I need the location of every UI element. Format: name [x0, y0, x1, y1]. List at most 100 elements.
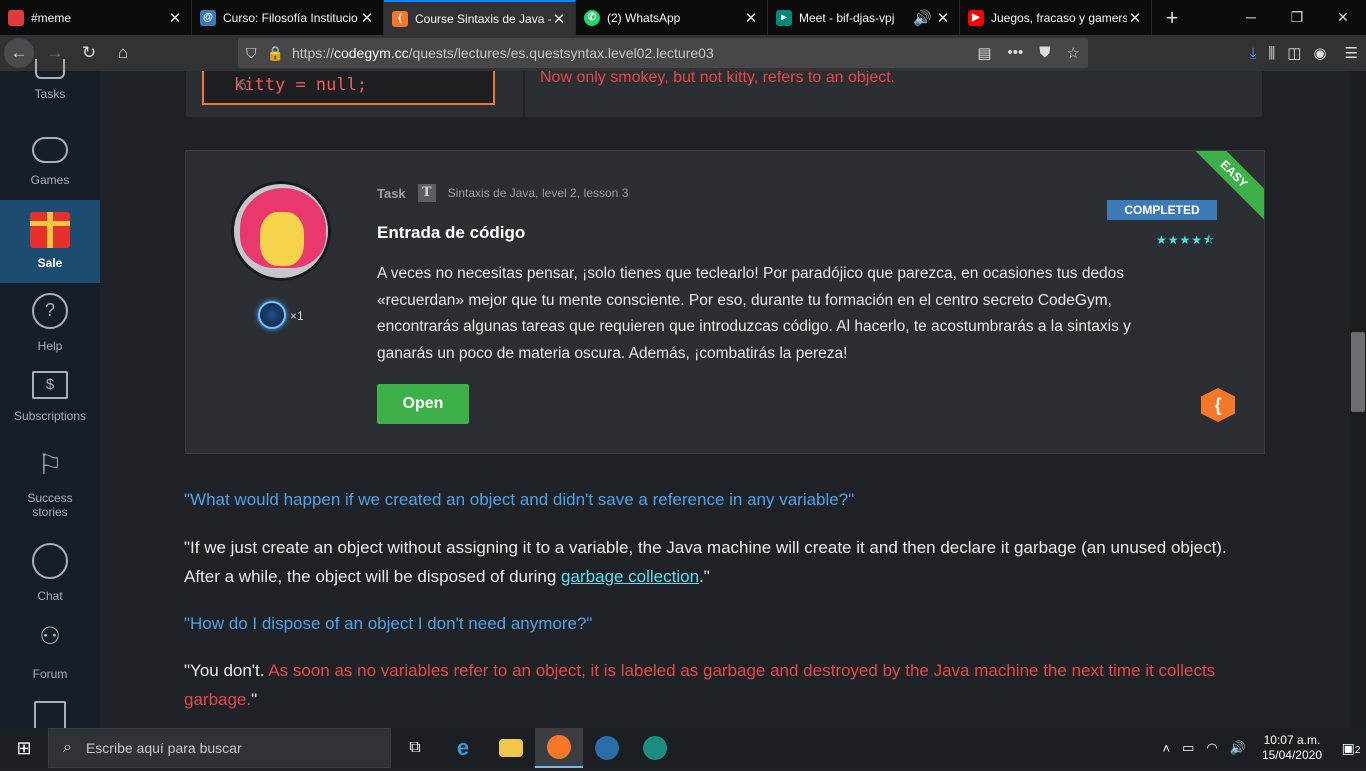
page-actions-icon[interactable]: •••	[1008, 44, 1024, 62]
new-tab-button[interactable]: +	[1152, 0, 1192, 35]
sidebar-item-sale[interactable]: Sale	[0, 200, 100, 283]
reader-view-icon[interactable]: ▤	[977, 44, 991, 62]
clock-time: 10:07 a.m.	[1263, 733, 1321, 747]
garbage-collection-link[interactable]: garbage collection	[561, 567, 699, 586]
task-lesson: lesson 3	[583, 186, 629, 200]
sidebar-item-forum[interactable]: ⚇ Forum	[0, 621, 100, 687]
answer-highlight: As soon as no variables refer to an obje…	[184, 661, 1216, 709]
gitkraken-icon[interactable]	[631, 728, 679, 768]
sidebar-item-label: Sale	[37, 256, 63, 270]
sidebar-item-tasks[interactable]: Tasks	[0, 59, 100, 113]
lock-icon: 🔒	[266, 44, 284, 61]
window-controls: ─ ❐ ✕	[1228, 0, 1366, 35]
gamepad-icon	[32, 137, 68, 163]
minimize-icon[interactable]: ─	[1228, 0, 1274, 35]
download-icon[interactable]: ⤓	[1250, 45, 1257, 62]
page-scrollbar[interactable]	[1350, 71, 1366, 728]
close-window-icon[interactable]: ✕	[1320, 0, 1366, 35]
home-button[interactable]: ⌂	[106, 38, 140, 68]
notifications-button[interactable]: ▣2	[1336, 728, 1366, 768]
close-tab-icon[interactable]: ✕	[1127, 9, 1143, 27]
lecture-question: "How do I dispose of an object I don't n…	[184, 614, 593, 633]
browser-tab[interactable]: #meme ✕	[0, 0, 192, 35]
browser-tab-active[interactable]: { Course Sintaxis de Java - ✕	[384, 0, 576, 35]
code-text: kitty = null;	[234, 75, 368, 95]
gift-icon	[30, 212, 70, 248]
address-bar[interactable]: ⛉ 🔒 https://codegym.cc/quests/lectures/e…	[238, 38, 1088, 68]
sidebar-item-subscriptions[interactable]: $ Subscriptions	[0, 371, 100, 437]
help-chat-icon: ?	[32, 293, 68, 329]
menu-icon[interactable]: ☰	[1345, 44, 1358, 62]
line-number: 6	[238, 76, 248, 94]
search-icon: ⌕	[63, 739, 72, 756]
task-title: Entrada de código	[377, 223, 526, 242]
browser-tab[interactable]: @ Curso: Filosofía Institucio ✕	[192, 0, 384, 35]
chat-icon	[32, 543, 68, 579]
bookmark-star-icon[interactable]: ☆	[1067, 44, 1080, 62]
sidebar-item-label: Games	[30, 173, 70, 187]
rating-stars: ★★★★⯪	[1156, 233, 1216, 247]
sidebar-item-help[interactable]: ? Help	[0, 293, 100, 359]
code-line: 6 kitty = null;	[202, 71, 495, 105]
windows-start-icon[interactable]: ⊞	[0, 728, 48, 768]
speaker-icon[interactable]: 🔊	[913, 9, 932, 27]
wifi-icon[interactable]: ◠	[1206, 740, 1217, 756]
answer-text: "	[251, 690, 258, 709]
sidebar-item-label: Success	[27, 491, 73, 505]
dark-matter-icon	[258, 301, 286, 329]
sidebar-item-articles[interactable]	[0, 701, 100, 741]
sidebar-item-label: Tasks	[34, 87, 66, 101]
clock[interactable]: 10:07 a.m. 15/04/2020	[1262, 733, 1322, 763]
task-view-icon[interactable]: ⧉	[391, 728, 439, 768]
sidebar-item-label: Chat	[37, 589, 63, 603]
sidebar-icon[interactable]: ◫	[1287, 44, 1301, 62]
close-tab-icon[interactable]: ✕	[935, 9, 951, 27]
open-task-button[interactable]: Open	[377, 384, 469, 424]
sidebar-item-games[interactable]: Games	[0, 131, 100, 197]
sidebar-item-label: Forum	[32, 667, 68, 681]
lecture-answer: "If we just create an object without ass…	[184, 533, 1254, 591]
restore-icon[interactable]: ❐	[1274, 0, 1320, 35]
system-tray: ˄ ▭ ◠ 🔊 10:07 a.m. 15/04/2020 ▣2	[1157, 728, 1366, 768]
task-card: EASY ×1 Task T Sintaxis de Java, level 2…	[185, 150, 1265, 454]
money-icon: $	[32, 371, 68, 399]
lecture-content: 6 kitty = null; Now only smokey, but not…	[100, 71, 1350, 728]
sidebar-item-label: Help	[37, 339, 63, 353]
reward-count: ×1	[290, 309, 304, 323]
status-badge: COMPLETED	[1107, 200, 1217, 220]
browser-tab[interactable]: ▶ Juegos, fracaso y gamers ✕	[960, 0, 1152, 35]
close-tab-icon[interactable]: ✕	[551, 10, 567, 28]
pocket-icon[interactable]: ⛊	[1039, 44, 1050, 62]
clock-date: 15/04/2020	[1261, 748, 1322, 762]
tab-favicon-icon: {	[392, 10, 408, 27]
file-explorer-icon[interactable]	[487, 728, 535, 768]
tab-title: Course Sintaxis de Java -	[415, 11, 551, 26]
task-level: level 2,	[542, 186, 581, 200]
browser-tab[interactable]: ▸ Meet - bif-djas-vpj 🔊 ✕	[768, 0, 960, 35]
close-tab-icon[interactable]: ✕	[743, 9, 759, 27]
edge-icon[interactable]: e	[439, 728, 487, 768]
sidebar-item-success-stories[interactable]: ⚐ Success stories	[0, 449, 100, 529]
tab-title: #meme	[31, 10, 72, 25]
sidebar-item-chat[interactable]: Chat	[0, 543, 100, 609]
steam-icon[interactable]	[583, 728, 631, 768]
library-icon[interactable]: ⫼	[1268, 45, 1275, 62]
code-explanation: Now only smokey, but not kitty, refers t…	[525, 71, 1262, 117]
chevron-up-icon[interactable]: ˄	[1163, 741, 1171, 756]
url-domain: codegym.cc	[333, 45, 409, 61]
close-tab-icon[interactable]: ✕	[167, 9, 183, 27]
firefox-icon[interactable]	[535, 728, 583, 768]
scrollbar-thumb[interactable]	[1351, 332, 1365, 412]
sidebar-item-label: stories	[32, 505, 68, 519]
shield-icon[interactable]: ⛉	[246, 45, 257, 62]
codegym-logo-icon: {	[1201, 388, 1235, 422]
browser-nav-bar: ← → ↻ ⌂ ⛉ 🔒 https://codegym.cc/quests/le…	[0, 35, 1366, 71]
answer-text: ."	[699, 567, 710, 586]
browser-tab[interactable]: ✆ (2) WhatsApp ✕	[576, 0, 768, 35]
battery-icon[interactable]: ▭	[1182, 740, 1194, 756]
tab-title: Juegos, fracaso y gamers	[991, 10, 1127, 25]
taskbar-search[interactable]: ⌕ Escribe aquí para buscar	[48, 728, 391, 768]
volume-icon[interactable]: 🔊	[1230, 740, 1246, 756]
close-tab-icon[interactable]: ✕	[359, 9, 375, 27]
account-icon[interactable]: ◉	[1313, 44, 1326, 62]
